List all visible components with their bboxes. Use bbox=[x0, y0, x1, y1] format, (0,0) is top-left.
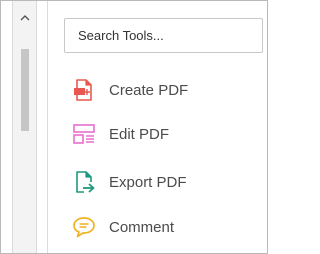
search-tools-input[interactable] bbox=[64, 18, 263, 53]
export-pdf-icon bbox=[71, 169, 97, 195]
scrollbar-thumb[interactable] bbox=[21, 49, 29, 131]
chevron-up-icon bbox=[20, 14, 29, 20]
comment-icon bbox=[71, 214, 97, 240]
edit-pdf-icon bbox=[71, 121, 97, 147]
tool-export-pdf[interactable]: Export PDF bbox=[71, 167, 261, 197]
create-pdf-icon bbox=[71, 77, 97, 103]
tool-comment[interactable]: Comment bbox=[71, 212, 261, 242]
tool-label: Edit PDF bbox=[109, 125, 170, 143]
tools-panel: Create PDF Edit PDF Export PDF bbox=[0, 0, 268, 254]
panel-divider bbox=[47, 1, 48, 253]
scroll-up-button[interactable] bbox=[13, 9, 36, 25]
tool-label: Create PDF bbox=[109, 81, 189, 99]
vertical-scrollbar[interactable] bbox=[12, 1, 37, 253]
tool-label: Export PDF bbox=[109, 173, 187, 191]
tool-label: Comment bbox=[109, 218, 175, 236]
tool-edit-pdf[interactable]: Edit PDF bbox=[71, 119, 261, 149]
tool-create-pdf[interactable]: Create PDF bbox=[71, 75, 261, 105]
